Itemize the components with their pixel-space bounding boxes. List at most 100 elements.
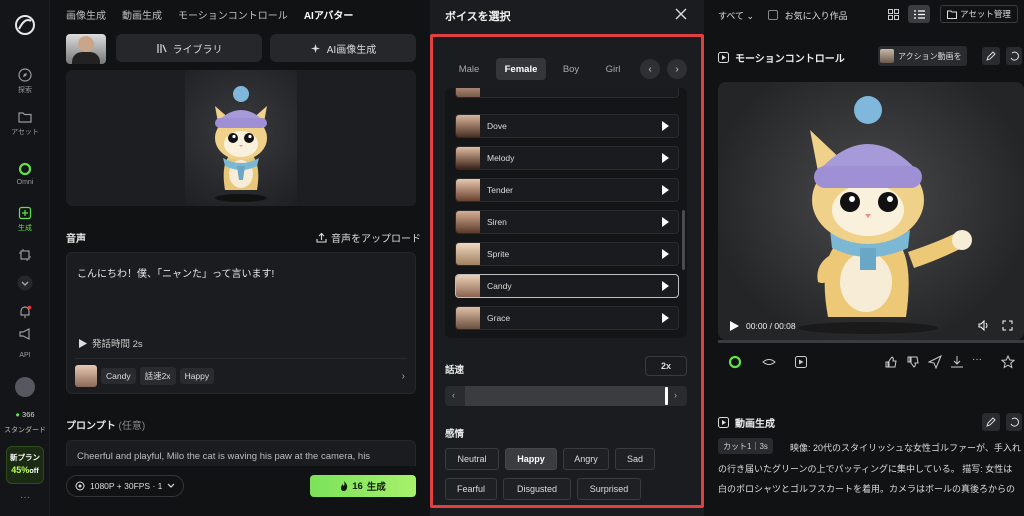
tabs-next-button[interactable]: › (667, 59, 687, 79)
list-view-icon[interactable] (908, 5, 930, 23)
crop-icon[interactable] (18, 248, 32, 262)
scrollbar[interactable] (682, 210, 685, 270)
play-icon[interactable] (662, 217, 669, 227)
voice-item-siren[interactable]: Siren (455, 210, 679, 234)
voice-script-text[interactable]: こんにちわ！僕、「ニャンた」って言います! (77, 265, 274, 280)
voice-settings-summary[interactable]: Candy 話速2x Happy (75, 365, 215, 387)
megaphone-icon[interactable] (18, 327, 32, 341)
rail-item-label: アセット (11, 129, 39, 136)
asset-manage-button[interactable]: アセット管理 (940, 5, 1018, 23)
voice-item-grace[interactable]: Grace (455, 306, 679, 330)
omni-icon[interactable] (728, 355, 742, 369)
rail-item-explore[interactable]: 探索 (0, 68, 50, 95)
rail-item-generate[interactable]: 生成 (0, 206, 50, 233)
share-icon[interactable] (928, 355, 942, 369)
fullscreen-icon[interactable] (1002, 320, 1013, 331)
tab-ai-avatar[interactable]: AIアバター (304, 7, 354, 22)
voice-item-melody[interactable]: Melody (455, 146, 679, 170)
voice-item-tender[interactable]: Tender (455, 178, 679, 202)
voice-list[interactable]: Dove Melody Tender Siren Sprite Candy Gr… (445, 88, 687, 338)
bell-icon[interactable] (18, 305, 32, 319)
tab-video-gen[interactable]: 動画生成 (122, 7, 162, 22)
emotion-angry[interactable]: Angry (563, 448, 609, 470)
video-edit-icon[interactable] (794, 355, 808, 369)
tabs-prev-button[interactable]: ‹ (640, 59, 660, 79)
undo-icon[interactable] (1006, 47, 1022, 65)
more-icon[interactable]: ··· (0, 492, 50, 503)
emotion-happy[interactable]: Happy (505, 448, 557, 470)
volume-icon[interactable] (978, 320, 990, 331)
speed-slider[interactable]: ‹ › (445, 386, 687, 406)
action-video-button[interactable]: アクション動画を (878, 46, 967, 66)
edit-icon[interactable] (982, 47, 1000, 65)
play-icon[interactable] (730, 321, 739, 331)
app-logo-icon[interactable] (14, 14, 36, 36)
thumbs-down-icon[interactable] (906, 355, 920, 369)
library-button[interactable]: ライブラリ (116, 34, 262, 62)
play-icon[interactable] (662, 249, 669, 259)
grid-view-icon[interactable] (882, 5, 904, 23)
play-icon[interactable] (662, 153, 669, 163)
quality-settings-label: 1080P + 30FPS · 1 (90, 481, 163, 491)
prompt-text[interactable]: Cheerful and playful, Milo the cat is wa… (77, 451, 370, 462)
voice-avatar (456, 275, 480, 297)
tab-image-gen[interactable]: 画像生成 (66, 7, 106, 22)
edit-icon[interactable] (982, 413, 1000, 431)
chevron-right-icon[interactable]: › (674, 390, 677, 400)
play-icon[interactable] (662, 185, 669, 195)
rail-item-assets[interactable]: アセット (0, 110, 50, 137)
speak-duration[interactable]: 発話時間 2s (79, 336, 143, 350)
play-icon[interactable] (662, 121, 669, 131)
promo-badge[interactable]: 新プラン 45%off (6, 446, 44, 484)
rail-item-omni[interactable]: Omni (0, 162, 50, 186)
quality-settings-dropdown[interactable]: 1080P + 30FPS · 1 (66, 475, 185, 497)
favorites-filter[interactable]: お気に入り作品 (768, 9, 848, 22)
motion-title: モーションコントロール (735, 54, 845, 65)
star-icon[interactable] (1001, 355, 1015, 369)
chevron-left-icon[interactable]: ‹ (452, 390, 455, 400)
close-icon[interactable] (674, 7, 688, 21)
more-icon[interactable]: ··· (972, 354, 982, 365)
emotion-disgusted[interactable]: Disgusted (503, 478, 571, 500)
emotion-fearful[interactable]: Fearful (445, 478, 497, 500)
voice-name: Sprite (487, 249, 510, 259)
video-player[interactable] (718, 82, 1024, 340)
download-icon[interactable] (950, 355, 964, 369)
voice-script-box[interactable]: こんにちわ！僕、「ニャンた」って言います! 発話時間 2s Candy 話速2x… (66, 252, 416, 394)
checkbox[interactable] (768, 9, 779, 20)
undo-icon[interactable] (1006, 413, 1022, 431)
play-icon[interactable] (662, 281, 669, 291)
speed-value[interactable]: 2x (645, 356, 687, 376)
library-icon (156, 43, 167, 53)
thumbs-up-icon[interactable] (884, 355, 898, 369)
voice-item-candy[interactable]: Candy (455, 274, 679, 298)
speed-slider-thumb[interactable] (665, 387, 668, 405)
play-icon[interactable] (662, 313, 669, 323)
voice-item-sprite[interactable]: Sprite (455, 242, 679, 266)
upload-audio-button[interactable]: 音声をアップロード (316, 230, 421, 245)
chevron-down-icon[interactable] (17, 275, 33, 291)
ai-image-button[interactable]: AI画像生成 (270, 34, 416, 62)
tab-boy[interactable]: Boy (552, 58, 590, 80)
tab-girl[interactable]: Girl (596, 58, 630, 80)
voice-item-dove[interactable]: Dove (455, 114, 679, 138)
speed-slider-track (465, 386, 665, 406)
avatar[interactable] (15, 377, 35, 397)
speak-duration-label: 発話時間 2s (92, 339, 143, 350)
emotion-surprised[interactable]: Surprised (577, 478, 641, 500)
tab-female[interactable]: Female (496, 58, 546, 80)
avatar-image (185, 70, 297, 206)
tab-male[interactable]: Male (448, 58, 490, 80)
list-item[interactable] (455, 88, 679, 98)
lips-icon[interactable] (762, 355, 776, 369)
tab-motion-control[interactable]: モーションコントロール (178, 7, 288, 22)
emotion-sad[interactable]: Sad (615, 448, 655, 470)
generate-button[interactable]: 16 生成 (310, 475, 416, 497)
filter-dropdown[interactable]: すべて ⌄ (718, 9, 754, 22)
video-progress-bar[interactable] (718, 340, 1024, 343)
chevron-right-icon[interactable]: › (402, 371, 405, 382)
prompt-input[interactable]: Cheerful and playful, Milo the cat is wa… (66, 440, 416, 466)
avatar-thumbnail[interactable] (66, 34, 106, 64)
rail-item-api[interactable]: API (0, 352, 50, 359)
emotion-neutral[interactable]: Neutral (445, 448, 499, 470)
